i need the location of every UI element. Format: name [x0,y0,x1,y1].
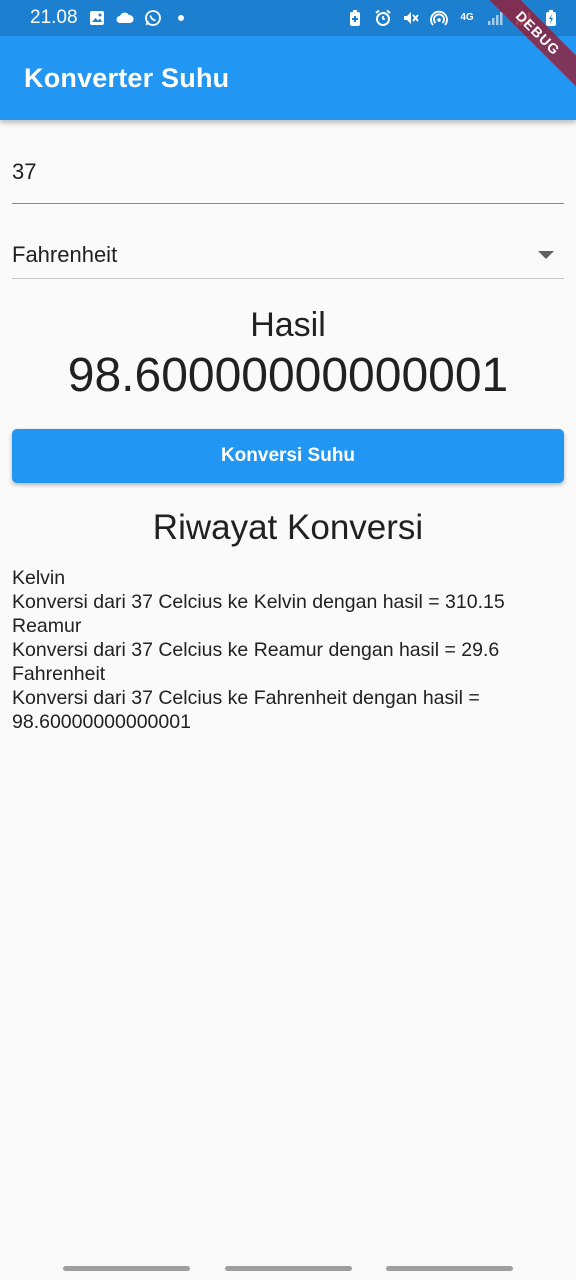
signal-icon [486,9,504,27]
status-bar-right: 4G [346,9,560,27]
status-time: 21.08 [30,7,78,28]
gesture-nav-bar [0,1256,576,1280]
history-list: Kelvin Konversi dari 37 Celcius ke Kelvi… [12,566,564,734]
result-value: 98.60000000000001 [67,349,509,402]
convert-button[interactable]: Konversi Suhu [12,429,564,483]
history-item: Konversi dari 37 Celcius ke Fahrenheit d… [12,687,480,733]
history-item: Fahrenheit [12,663,106,685]
dot-icon [172,9,190,27]
temperature-input[interactable] [12,140,564,204]
history-item: Reamur [12,615,82,637]
battery-icon [542,9,560,27]
result-label: Hasil [250,306,326,344]
status-bar-left: 21.08 [30,7,190,29]
hotspot-icon [430,9,448,27]
app-title: Konverter Suhu [24,62,230,93]
history-item: Konversi dari 37 Celcius ke Kelvin denga… [12,591,505,613]
mute-icon [402,9,420,27]
nav-pill-left[interactable] [63,1265,190,1271]
battery-saver-icon [346,9,364,27]
network-type-label: 4G [460,12,474,23]
alarm-icon [374,9,392,27]
app-bar: Konverter Suhu [0,36,576,120]
unit-dropdown-value: Fahrenheit [12,242,118,267]
app-screen: 21.08 4G Konverter Suhu DEBUG 37 Fahrenh… [0,0,576,1280]
image-icon [88,9,106,27]
dropdown-arrow-icon [538,251,554,259]
status-bar: 21.08 4G [0,0,576,36]
history-title: Riwayat Konversi [152,508,424,547]
cloud-icon [116,9,134,27]
whatsapp-icon [144,9,162,27]
nav-pill-right[interactable] [386,1265,513,1271]
unit-dropdown[interactable]: Fahrenheit [12,232,564,279]
signal-icon-2 [514,9,532,27]
nav-pill-center[interactable] [224,1265,352,1271]
history-item: Kelvin [12,567,66,589]
history-item: Konversi dari 37 Celcius ke Reamur denga… [12,639,500,661]
